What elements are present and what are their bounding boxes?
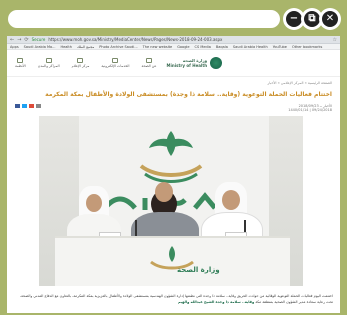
menu-icon (17, 58, 24, 63)
menu-icon (45, 58, 52, 63)
browser-address[interactable]: https://www.moh.gov.sa/Ministry/MediaCen… (48, 37, 329, 42)
close-button[interactable]: ✕ (319, 8, 341, 30)
bookmark-item[interactable]: YouTube (273, 45, 287, 49)
viewer-topbar: − ⧉ ✕ (8, 7, 341, 31)
menu-icon (77, 58, 84, 63)
bookmark-item[interactable]: Apps (10, 45, 19, 49)
email-icon[interactable] (36, 104, 41, 108)
menu-item-about[interactable]: عن الصحة (141, 58, 157, 68)
minimize-icon: − (286, 11, 302, 27)
article-photo: وزارة الصحة (39, 116, 303, 286)
forward-icon[interactable]: → (17, 37, 21, 43)
menu-item-media[interactable]: مركز الإعلام (72, 58, 89, 68)
twitter-icon[interactable] (22, 104, 27, 108)
menu-icon (145, 58, 152, 63)
site-header: وزارة الصحة Ministry of Health عن الصحة … (7, 50, 340, 77)
restore-icon: ⧉ (304, 11, 320, 27)
bookmark-item[interactable]: Saudi Arabia Mo... (24, 45, 56, 49)
article-highlight: وقاية.. سلامة ذا وجدة (215, 299, 255, 304)
breadcrumb[interactable]: الصفحة الرئيسية » المركز الإعلامي » الأخ… (7, 77, 340, 85)
browser-toolbar: ← → ⟳ Secure https://www.moh.gov.sa/Mini… (7, 36, 340, 44)
article-date: 09/24/2018 | 1440/01/14 (288, 108, 332, 112)
facebook-icon[interactable] (15, 104, 20, 108)
google-plus-icon[interactable] (29, 104, 34, 108)
close-icon: ✕ (322, 11, 338, 27)
moh-logo-icon (210, 57, 223, 69)
reload-icon[interactable]: ⟳ (24, 37, 28, 43)
back-icon[interactable]: ← (10, 37, 14, 43)
site-logo[interactable]: وزارة الصحة Ministry of Health (167, 57, 223, 69)
bookmark-item[interactable]: Other bookmarks (292, 45, 322, 49)
bookmark-item[interactable]: Health (60, 45, 72, 49)
secure-label: Secure (31, 37, 46, 42)
logo-text-english: Ministry of Health (166, 63, 208, 68)
menu-item-regulations[interactable]: الأنظمة (15, 58, 26, 68)
star-icon[interactable]: ☆ (333, 37, 337, 43)
menu-icon (112, 58, 119, 63)
bookmark-item[interactable]: CS Media (195, 45, 211, 49)
bookmark-item[interactable]: The new website (143, 45, 173, 49)
table-banner-text: وزارة الصحة (177, 266, 220, 274)
menu-item-eservices[interactable]: الخدمات الإلكترونية (101, 58, 129, 68)
bookmark-item[interactable]: Google (177, 45, 189, 49)
bookmark-item[interactable]: Photo Archive Saudi... (99, 45, 137, 49)
bookmark-item[interactable]: مجمع الملك (77, 45, 94, 49)
article-highlight: الشيخ عبدالله والهيم (177, 299, 215, 304)
article-body: اختتمت اليوم فعاليات الحملة التوعوية الو… (19, 294, 333, 304)
article-meta: الأخبار ــ 2018/09/23 09/24/2018 | 1440/… (7, 98, 340, 112)
menu-item-centers[interactable]: المراكز والمدن (38, 58, 60, 68)
article-headline: اختتام فعاليات الحملة التوعوية (وقاية.. … (45, 91, 332, 98)
palm-swords-emblem (139, 131, 203, 183)
viewer-frame: − ⧉ ✕ ← → ⟳ Secure https://www.moh.gov.s… (0, 0, 347, 315)
bookmark-item[interactable]: Baqala (216, 45, 228, 49)
bookmark-item[interactable]: Saudi Arabia Health (233, 45, 268, 49)
main-menu: عن الصحة الخدمات الإلكترونية مركز الإعلا… (15, 58, 157, 68)
viewer-address-bar[interactable] (8, 10, 280, 28)
share-buttons (15, 104, 41, 112)
screenshot-content: ← → ⟳ Secure https://www.moh.gov.sa/Mini… (7, 36, 340, 313)
